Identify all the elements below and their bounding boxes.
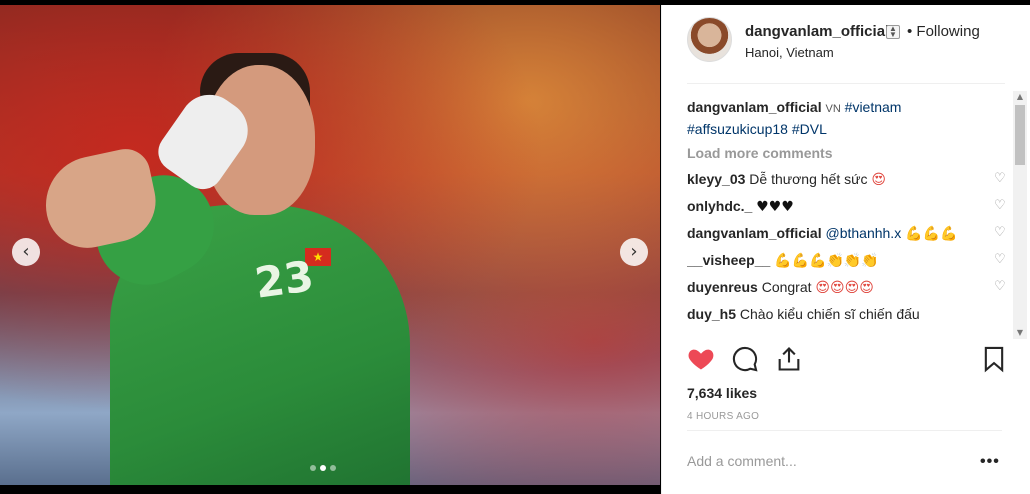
load-more-comments-button[interactable]: Load more comments xyxy=(687,145,1007,161)
bookmark-icon[interactable] xyxy=(980,345,1008,373)
country-badge: VN xyxy=(825,103,841,115)
likes-count[interactable]: 7,634 likes xyxy=(687,385,757,401)
comment-username[interactable]: duy_h5 xyxy=(687,306,736,322)
scroll-thumb[interactable] xyxy=(1015,105,1025,165)
comment-username[interactable]: kleyy_03 xyxy=(687,171,745,187)
hashtag-affsuzukicup18[interactable]: #affsuzukicup18 xyxy=(687,121,788,137)
avatar[interactable] xyxy=(687,17,732,62)
following-button[interactable]: • Following xyxy=(907,23,980,40)
hashtag-dvl[interactable]: #DVL xyxy=(792,121,827,137)
comment-like-icon[interactable]: ♡ xyxy=(994,253,1007,266)
caption: dangvanlam_official VN #vietnam #affsuzu… xyxy=(687,97,1007,139)
comment-username[interactable]: dangvanlam_official xyxy=(687,225,822,241)
divider xyxy=(687,83,1005,84)
emoji-muscle-clap: 💪💪💪👏👏👏 xyxy=(774,253,879,269)
post-photo[interactable]: ★ 23 ‹ › xyxy=(0,5,660,485)
divider xyxy=(687,430,1002,431)
post-header: dangvanlam_official ▲ ▼ • Following Hanoi… xyxy=(662,5,1030,83)
carousel-dots xyxy=(310,465,336,471)
comment-like-icon[interactable]: ♡ xyxy=(994,199,1007,212)
comment-item: dangvanlam_official @bthanhh.x 💪💪💪 ♡ xyxy=(687,223,1007,244)
carousel-dot-active[interactable] xyxy=(320,465,326,471)
comment-username[interactable]: duyenreus xyxy=(687,279,758,295)
emoji-heart-eyes: 😍😍😍😍 xyxy=(815,280,874,296)
heart-icon[interactable] xyxy=(687,345,715,373)
comment-text: Congrat xyxy=(761,279,812,295)
comment-item: duyenreus Congrat 😍😍😍😍 ♡ xyxy=(687,277,1007,298)
carousel-prev-button[interactable]: ‹ xyxy=(12,238,40,266)
emoji-black-hearts: ♥♥♥ xyxy=(756,199,794,215)
comment-username[interactable]: onlyhdc._ xyxy=(687,198,752,214)
caption-username[interactable]: dangvanlam_official xyxy=(687,99,822,115)
add-comment-input[interactable] xyxy=(687,453,957,469)
comment-username[interactable]: __visheep__ xyxy=(687,252,770,268)
location-link[interactable]: Hanoi, Vietnam xyxy=(745,45,834,60)
comments-scrollbar[interactable]: ▲ ▼ xyxy=(1013,91,1027,339)
carousel-dot[interactable] xyxy=(310,465,316,471)
carousel-next-button[interactable]: › xyxy=(620,238,648,266)
post-timestamp[interactable]: 4 HOURS AGO xyxy=(687,411,759,422)
comment-like-icon[interactable]: ♡ xyxy=(994,172,1007,185)
comment-like-icon[interactable]: ♡ xyxy=(994,280,1007,293)
comment-text: Chào kiểu chiến sĩ chiến đấu xyxy=(739,306,920,322)
comment-item: __visheep__ 💪💪💪👏👏👏 ♡ xyxy=(687,250,1007,271)
comment-icon[interactable] xyxy=(731,345,759,373)
comment-item: duy_h5 Chào kiểu chiến sĩ chiến đấu xyxy=(687,304,1007,324)
post-side-panel: dangvanlam_official ▲ ▼ • Following Hanoi… xyxy=(661,5,1030,494)
jersey-number: 23 xyxy=(251,251,317,308)
carousel-dot[interactable] xyxy=(330,465,336,471)
comment-like-icon[interactable]: ♡ xyxy=(994,226,1007,239)
comment-item: onlyhdc._ ♥♥♥ ♡ xyxy=(687,196,1007,217)
comment-item: kleyy_03 Dễ thương hết sức 😍 ♡ xyxy=(687,169,1007,190)
comment-mention[interactable]: @bthanhh.x xyxy=(825,225,901,241)
verified-icon: ▲ ▼ xyxy=(886,25,900,39)
comments-list: dangvanlam_official VN #vietnam #affsuzu… xyxy=(687,97,1007,334)
emoji-heart-eyes: 😍 xyxy=(871,172,886,188)
author-username[interactable]: dangvanlam_official xyxy=(745,23,889,40)
post-actions xyxy=(687,345,1007,377)
comment-text: Dễ thương hết sức xyxy=(749,171,868,187)
scroll-up-arrow-icon[interactable]: ▲ xyxy=(1013,91,1027,103)
scroll-down-arrow-icon[interactable]: ▼ xyxy=(1013,327,1027,339)
more-options-icon[interactable]: ••• xyxy=(980,453,1000,471)
emoji-muscle: 💪💪💪 xyxy=(905,226,958,242)
share-icon[interactable] xyxy=(775,345,803,373)
hashtag-vietnam[interactable]: #vietnam xyxy=(845,99,902,115)
